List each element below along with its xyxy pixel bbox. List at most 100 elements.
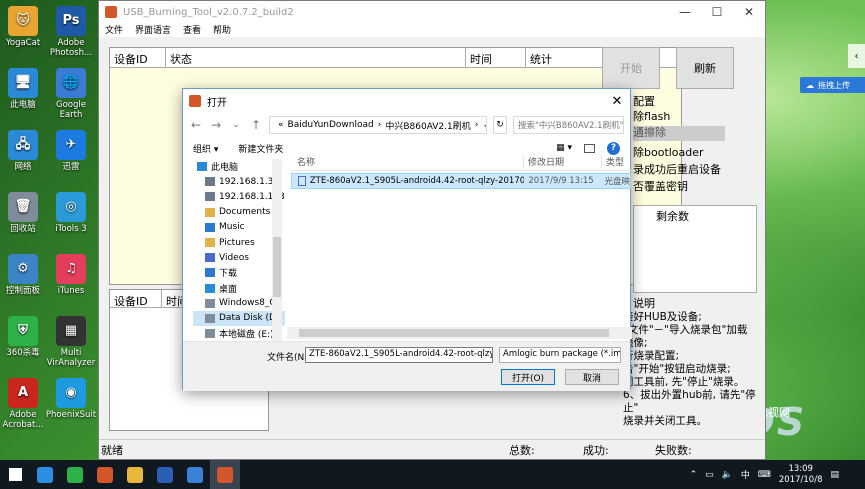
desktop-icon[interactable]: Ps Adobe Photosh... [44,6,98,58]
dialog-close-icon[interactable]: ✕ [604,94,630,109]
taskbar-windows-icon[interactable] [0,460,30,489]
breadcrumb-zte[interactable]: 中兴B860AV2.1刷机 [385,119,470,132]
desktop-icon[interactable]: ⚙ 控制面板 [0,254,50,296]
view-options-icon[interactable]: ▦ ▾ [556,143,572,153]
erase-mode-select[interactable]: 通擦除 [633,126,725,141]
desktop-icon[interactable]: 🌐 Google Earth [44,68,98,120]
taskbar-word-icon[interactable] [150,460,180,489]
start-button[interactable]: 开始 [602,47,660,89]
desktop-icon[interactable]: A Adobe Acrobat... [0,378,50,430]
file-name: ZTE-860aV2.1_S905L-android4.42-root-qlzy… [309,176,524,186]
desktop-icon[interactable]: ♫ iTunes [44,254,98,296]
preview-pane-icon[interactable] [584,143,595,153]
col-name[interactable]: 名称 [291,155,523,168]
refresh-button[interactable]: 刷新 [676,47,734,89]
taskbar-app-glyph [157,466,173,483]
config-reboot-after[interactable]: 录成功后重启设备 [633,163,721,177]
desktop-icon[interactable]: 🖧 网络 [0,130,50,172]
desktop-icon[interactable]: 🖥 此电脑 [0,68,50,110]
file-list[interactable]: 名称 修改日期 类型 ZTE-860aV2.1_S905L-android4.4… [291,153,631,339]
breadcrumb[interactable]: « BaiduYunDownload › 中兴B860AV2.1刷机 › ⌄ [269,116,487,134]
side-collapse-arrow[interactable]: ‹ [848,44,865,68]
nav-item-label: 桌面 [219,284,238,295]
desktop-app-icon: 🌐 [56,68,86,98]
taskbar-usb-tool-icon[interactable] [90,460,120,489]
cancel-button[interactable]: 取消 [565,369,619,385]
nav-item-label: Music [219,222,245,233]
status-success: 成功: [583,443,609,457]
refresh-icon[interactable]: ↻ [493,116,507,134]
dialog-title: 打开 [207,97,227,109]
cloud-upload-badge[interactable]: ☁ 拖拽上传 [800,77,865,93]
config-overwrite-key[interactable]: 否覆盖密钥 [633,180,688,194]
file-row[interactable]: ZTE-860aV2.1_S905L-android4.42-root-qlzy… [291,173,631,189]
nav-item-icon [197,162,207,172]
config-erase-flash[interactable]: 除flash [633,110,670,124]
config-erase-bootloader[interactable]: 除bootloader [633,146,704,160]
tray-network-icon[interactable]: ▭ [705,470,714,480]
desktop-icon[interactable]: 🗑 回收站 [0,192,50,234]
menu-language[interactable]: 界面语言 [135,23,171,37]
desktop-icon[interactable]: ✈ 迅雷 [44,130,98,172]
app-menubar: 文件 界面语言 查看 帮助 [99,23,765,37]
nav-scrollbar[interactable] [272,159,282,341]
new-folder-button[interactable]: 新建文件夹 [238,142,283,155]
up-arrow-icon[interactable]: ↑ [249,118,263,132]
dialog-titlebar[interactable]: 打开 ✕ [183,89,630,113]
desktop-icon-label: 回收站 [10,224,36,234]
breadcrumb-overflow[interactable]: « [278,120,284,130]
desktop-icon[interactable]: ◉ PhoenixSuit [44,378,98,420]
open-button[interactable]: 打开(O) [501,369,555,385]
ime-indicator[interactable]: 中 [741,468,750,481]
col-stats[interactable]: 统计 [526,48,596,67]
close-icon[interactable]: ✕ [733,5,765,19]
help-line: 6、拔出外置hub前, 请先"停止" [623,389,756,414]
desktop-icon[interactable]: 🐱 YogaCat [0,6,50,48]
menu-view[interactable]: 查看 [183,23,201,37]
app-titlebar[interactable]: USB_Burning_Tool_v2.0.7.2_build2 — ☐ ✕ [99,1,765,23]
desktop-icon-label: 网络 [14,162,32,172]
taskbar-usb-tool-active-icon[interactable] [210,460,240,489]
desktop-icon[interactable]: ◎ iTools 3 [44,192,98,234]
breadcrumb-baiduyun[interactable]: BaiduYunDownload [288,120,374,130]
search-input[interactable]: 搜索"中兴B860AV2.1刷机" ⚲ [513,116,624,134]
col-modified[interactable]: 修改日期 [523,155,601,168]
desktop-icon-label: PhoenixSuit [45,410,97,420]
desktop-app-icon: ◉ [56,378,86,408]
taskbar-app-glyph [67,466,83,483]
taskbar-explorer-icon[interactable] [120,460,150,489]
nav-item-icon [205,207,215,217]
desktop-icon[interactable]: ▦ Multi VirAnalyzer [44,316,98,368]
col2-device-id[interactable]: 设备ID [110,290,162,308]
tray-keyboard-icon[interactable]: ⌨ [758,470,771,480]
taskbar-360-icon[interactable] [60,460,90,489]
forward-arrow-icon[interactable]: → [209,118,223,132]
taskbar-baidu-icon[interactable] [180,460,210,489]
back-arrow-icon[interactable]: ← [189,118,203,132]
search-placeholder: 搜索"中兴B860AV2.1刷机" [518,121,624,131]
col-type[interactable]: 类型 [601,155,624,168]
organize-button[interactable]: 组织 ▾ [193,142,218,155]
app-title: USB_Burning_Tool_v2.0.7.2_build2 [123,6,294,18]
filetype-select[interactable]: Amlogic burn package (*.img [499,347,621,363]
menu-help[interactable]: 帮助 [213,23,231,37]
minimize-icon[interactable]: — [669,5,701,19]
file-list-hscroll[interactable] [287,327,632,339]
help-line: 闭工具前, 先"停止"烧录。 [623,376,745,388]
address-dropdown-icon[interactable]: ⌄ [482,120,486,130]
col-device-id[interactable]: 设备ID [110,48,166,67]
tray-chevron-icon[interactable]: ⌃ [690,470,698,480]
menu-file[interactable]: 文件 [105,23,123,37]
col-time[interactable]: 时间 [466,48,526,67]
desktop-app-icon: 🗑 [8,192,38,222]
tray-volume-icon[interactable]: 🔈 [722,470,733,480]
filename-input[interactable]: ZTE-860aV2.1_S905L-android4.42-root-qlzy… [305,347,493,363]
desktop-icon[interactable]: ⛨ 360杀毒 [0,316,50,358]
help-text: 接好HUB及设备; "文件"－"导入烧录包"加载 镜像; 行烧录配置; 击"开始"按钮启… [623,311,765,428]
col-status[interactable]: 状态 [166,48,466,67]
recent-chevron-icon[interactable]: ⌄ [229,120,243,130]
clock[interactable]: 13:09 2017/10/8 [779,464,823,486]
notification-icon[interactable]: ▤ [830,470,839,480]
maximize-icon[interactable]: ☐ [701,5,733,19]
taskbar-ie-icon[interactable] [30,460,60,489]
